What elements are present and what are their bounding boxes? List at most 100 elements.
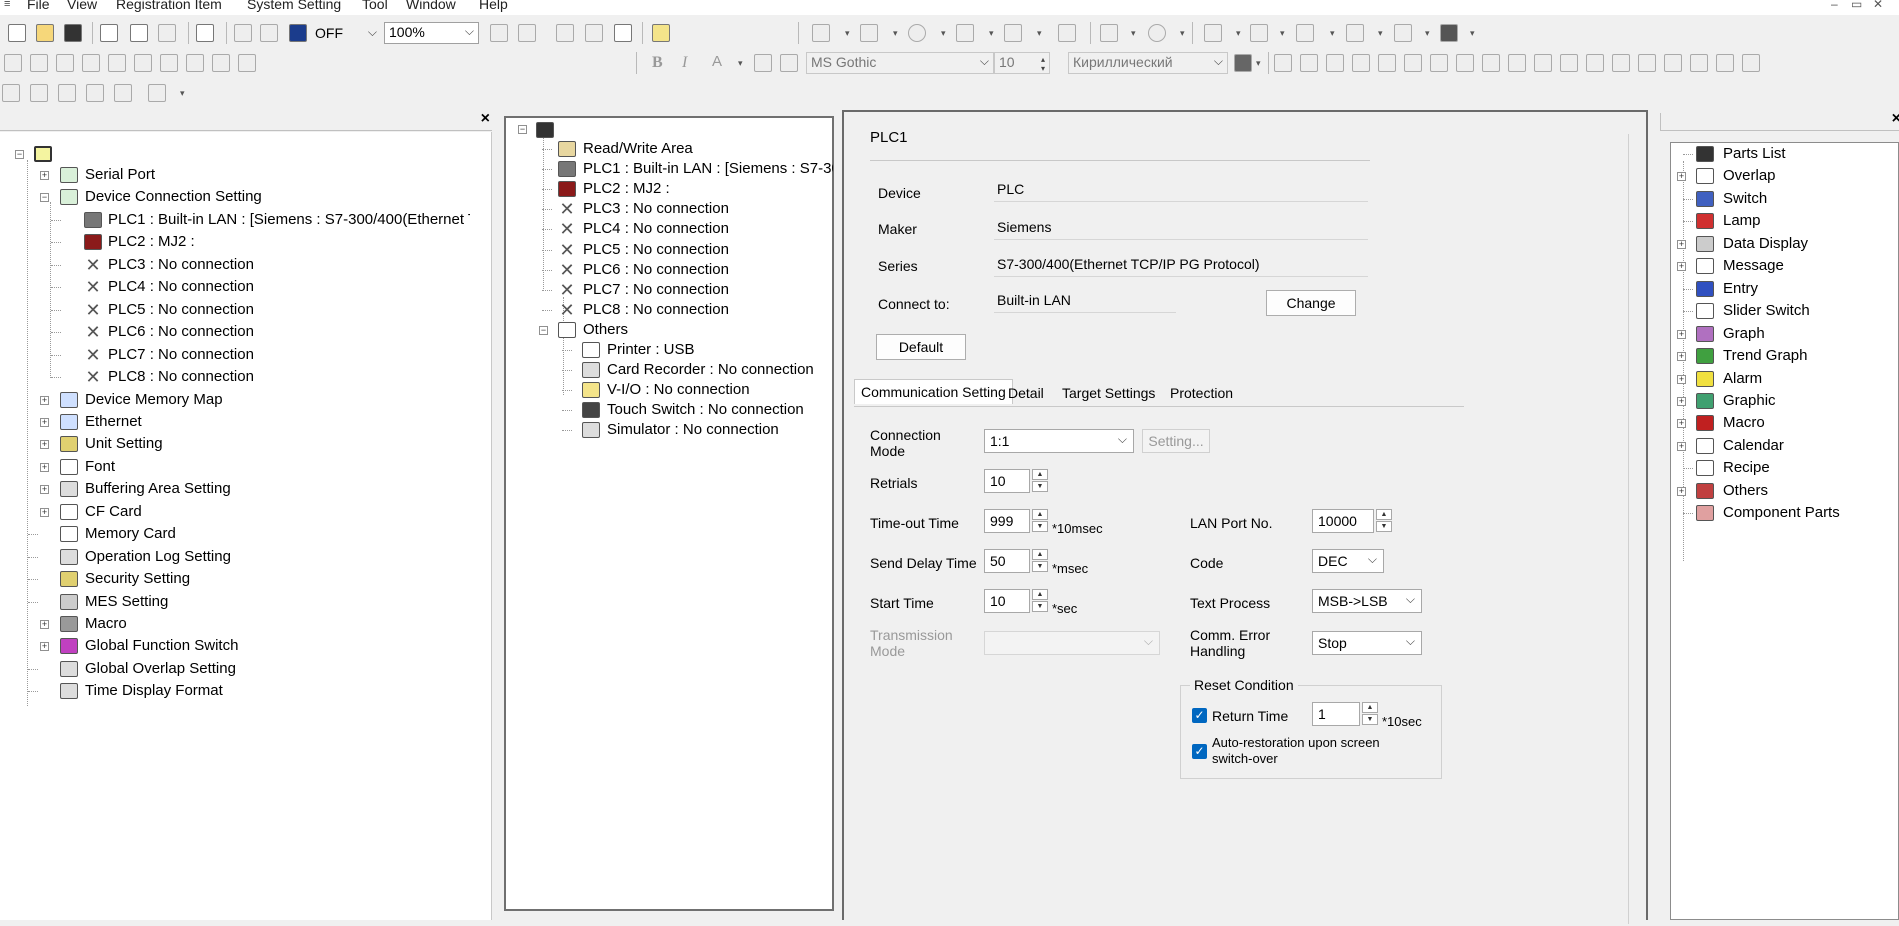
- line-style-icon[interactable]: [1394, 24, 1412, 42]
- expand-icon[interactable]: +: [1677, 239, 1686, 249]
- code-select[interactable]: DEC ⌵: [1312, 549, 1384, 573]
- layer-save-icon[interactable]: [30, 84, 48, 102]
- default-button[interactable]: Default: [876, 334, 966, 360]
- back-layer-icon[interactable]: [1430, 54, 1448, 72]
- expand-icon[interactable]: +: [1677, 262, 1686, 272]
- lan-port-stepper[interactable]: ▲ ▼: [1376, 509, 1392, 533]
- expand-icon[interactable]: +: [40, 620, 49, 629]
- menu-window[interactable]: Window: [406, 0, 456, 12]
- cut-icon[interactable]: [1274, 54, 1292, 72]
- retrials-input[interactable]: 10: [984, 469, 1030, 493]
- line-width-icon[interactable]: [1440, 24, 1458, 42]
- align-left-icon[interactable]: [1456, 54, 1474, 72]
- connection-mode-select[interactable]: 1:1 ⌵: [984, 429, 1134, 453]
- middle-root-collapse-icon[interactable]: −: [518, 125, 527, 134]
- property-icon[interactable]: [1742, 54, 1760, 72]
- fill-color-icon[interactable]: [1296, 24, 1314, 42]
- off-select[interactable]: OFF ⌵: [310, 23, 382, 45]
- expand-icon[interactable]: +: [1677, 419, 1686, 429]
- line-color-icon[interactable]: [1346, 24, 1364, 42]
- menu-tool[interactable]: Tool: [362, 0, 388, 12]
- save-icon[interactable]: [64, 24, 82, 42]
- line-tool-icon[interactable]: [812, 24, 830, 42]
- menu-registration-item[interactable]: Registration Item: [116, 0, 222, 12]
- abc-tool-icon[interactable]: [956, 24, 974, 42]
- menu-file[interactable]: File: [27, 0, 50, 12]
- part-icon-7[interactable]: [160, 54, 178, 72]
- font-size-input[interactable]: 10 ▴ ▾: [994, 52, 1050, 74]
- part-icon-6[interactable]: [134, 54, 152, 72]
- resize-icon[interactable]: [1716, 54, 1734, 72]
- expand-icon[interactable]: −: [40, 193, 49, 203]
- copy-icon[interactable]: [1300, 54, 1318, 72]
- layer-edit-icon[interactable]: [86, 84, 104, 102]
- start-time-input[interactable]: 10: [984, 589, 1030, 613]
- paste-icon[interactable]: [1326, 54, 1344, 72]
- layer-open-icon[interactable]: [2, 84, 20, 102]
- toggle-icon[interactable]: [260, 24, 278, 42]
- charset-select[interactable]: Кириллический ⌵: [1068, 52, 1228, 74]
- italic-button[interactable]: I: [682, 54, 687, 72]
- screen-root-icon[interactable]: [536, 122, 554, 138]
- text-process-select[interactable]: MSB->LSB ⌵: [1312, 589, 1422, 613]
- open-folder-icon[interactable]: [36, 24, 54, 42]
- recycle-icon[interactable]: [158, 24, 176, 42]
- rotate-left-icon[interactable]: [1612, 54, 1630, 72]
- restore-icon[interactable]: ▭: [1851, 0, 1862, 11]
- flip-icon[interactable]: [1664, 54, 1682, 72]
- part-icon-10[interactable]: [238, 54, 256, 72]
- project-root-icon[interactable]: [34, 146, 52, 162]
- layer-export-icon[interactable]: [114, 84, 132, 102]
- expand-icon[interactable]: +: [1677, 172, 1686, 182]
- align-middle-icon[interactable]: [1560, 54, 1578, 72]
- align-right-icon[interactable]: [1508, 54, 1526, 72]
- expand-icon[interactable]: +: [1677, 352, 1686, 362]
- rotate-right-icon[interactable]: [1638, 54, 1656, 72]
- retrials-stepper[interactable]: ▲ ▼: [1032, 469, 1048, 493]
- zoom-select[interactable]: 100% ⌵: [384, 22, 479, 44]
- front-icon[interactable]: [1404, 54, 1422, 72]
- simulator-icon[interactable]: [130, 24, 148, 42]
- tab-detail[interactable]: Detail: [1002, 381, 1050, 405]
- layer-image-icon[interactable]: [58, 84, 76, 102]
- expand-icon[interactable]: +: [1677, 486, 1686, 496]
- close-parts-panel-icon[interactable]: ×: [1892, 110, 1899, 128]
- expand-icon[interactable]: +: [40, 417, 49, 427]
- menu-help[interactable]: Help: [479, 0, 508, 12]
- expand-icon[interactable]: +: [1677, 329, 1686, 339]
- layer-tool-icon[interactable]: [148, 84, 166, 102]
- setting-button[interactable]: Setting...: [1142, 429, 1210, 453]
- part-icon-3[interactable]: [56, 54, 74, 72]
- expand-icon[interactable]: −: [539, 325, 548, 335]
- minimize-icon[interactable]: –: [1831, 0, 1838, 11]
- close-icon[interactable]: ✕: [1873, 0, 1883, 11]
- part-icon-8[interactable]: [186, 54, 204, 72]
- timeout-input[interactable]: 999: [984, 509, 1030, 533]
- send-delay-stepper[interactable]: ▲ ▼: [1032, 549, 1048, 573]
- font-name-select[interactable]: MS Gothic ⌵: [806, 52, 994, 74]
- text-box-icon[interactable]: [754, 54, 772, 72]
- format-icon[interactable]: [1234, 54, 1252, 72]
- new-icon[interactable]: [8, 24, 26, 42]
- menu-system-setting[interactable]: System Setting: [247, 0, 341, 12]
- help-icon[interactable]: [652, 24, 670, 42]
- expand-icon[interactable]: +: [40, 507, 49, 517]
- marker-icon[interactable]: [1250, 24, 1268, 42]
- app-menu-icon[interactable]: ≡: [4, 0, 10, 10]
- back-icon[interactable]: [518, 24, 536, 42]
- rectangle-tool-icon[interactable]: [860, 24, 878, 42]
- return-time-input[interactable]: 1: [1312, 702, 1360, 726]
- auto-restoration-checkbox[interactable]: ✓: [1192, 744, 1207, 759]
- bracket-tool-icon[interactable]: [1100, 24, 1118, 42]
- expand-icon[interactable]: +: [1677, 374, 1686, 384]
- back-first-icon[interactable]: [490, 24, 508, 42]
- close-left-panel-icon[interactable]: ×: [481, 110, 490, 128]
- expand-icon[interactable]: +: [40, 485, 49, 495]
- part-icon-4[interactable]: [82, 54, 100, 72]
- bold-button[interactable]: B: [652, 54, 663, 72]
- expand-icon[interactable]: +: [40, 462, 49, 472]
- group-icon[interactable]: [1352, 54, 1370, 72]
- tab-communication-setting[interactable]: Communication Setting: [854, 379, 1013, 404]
- zoom-tool-icon[interactable]: [234, 24, 252, 42]
- text-color-icon[interactable]: [1204, 24, 1222, 42]
